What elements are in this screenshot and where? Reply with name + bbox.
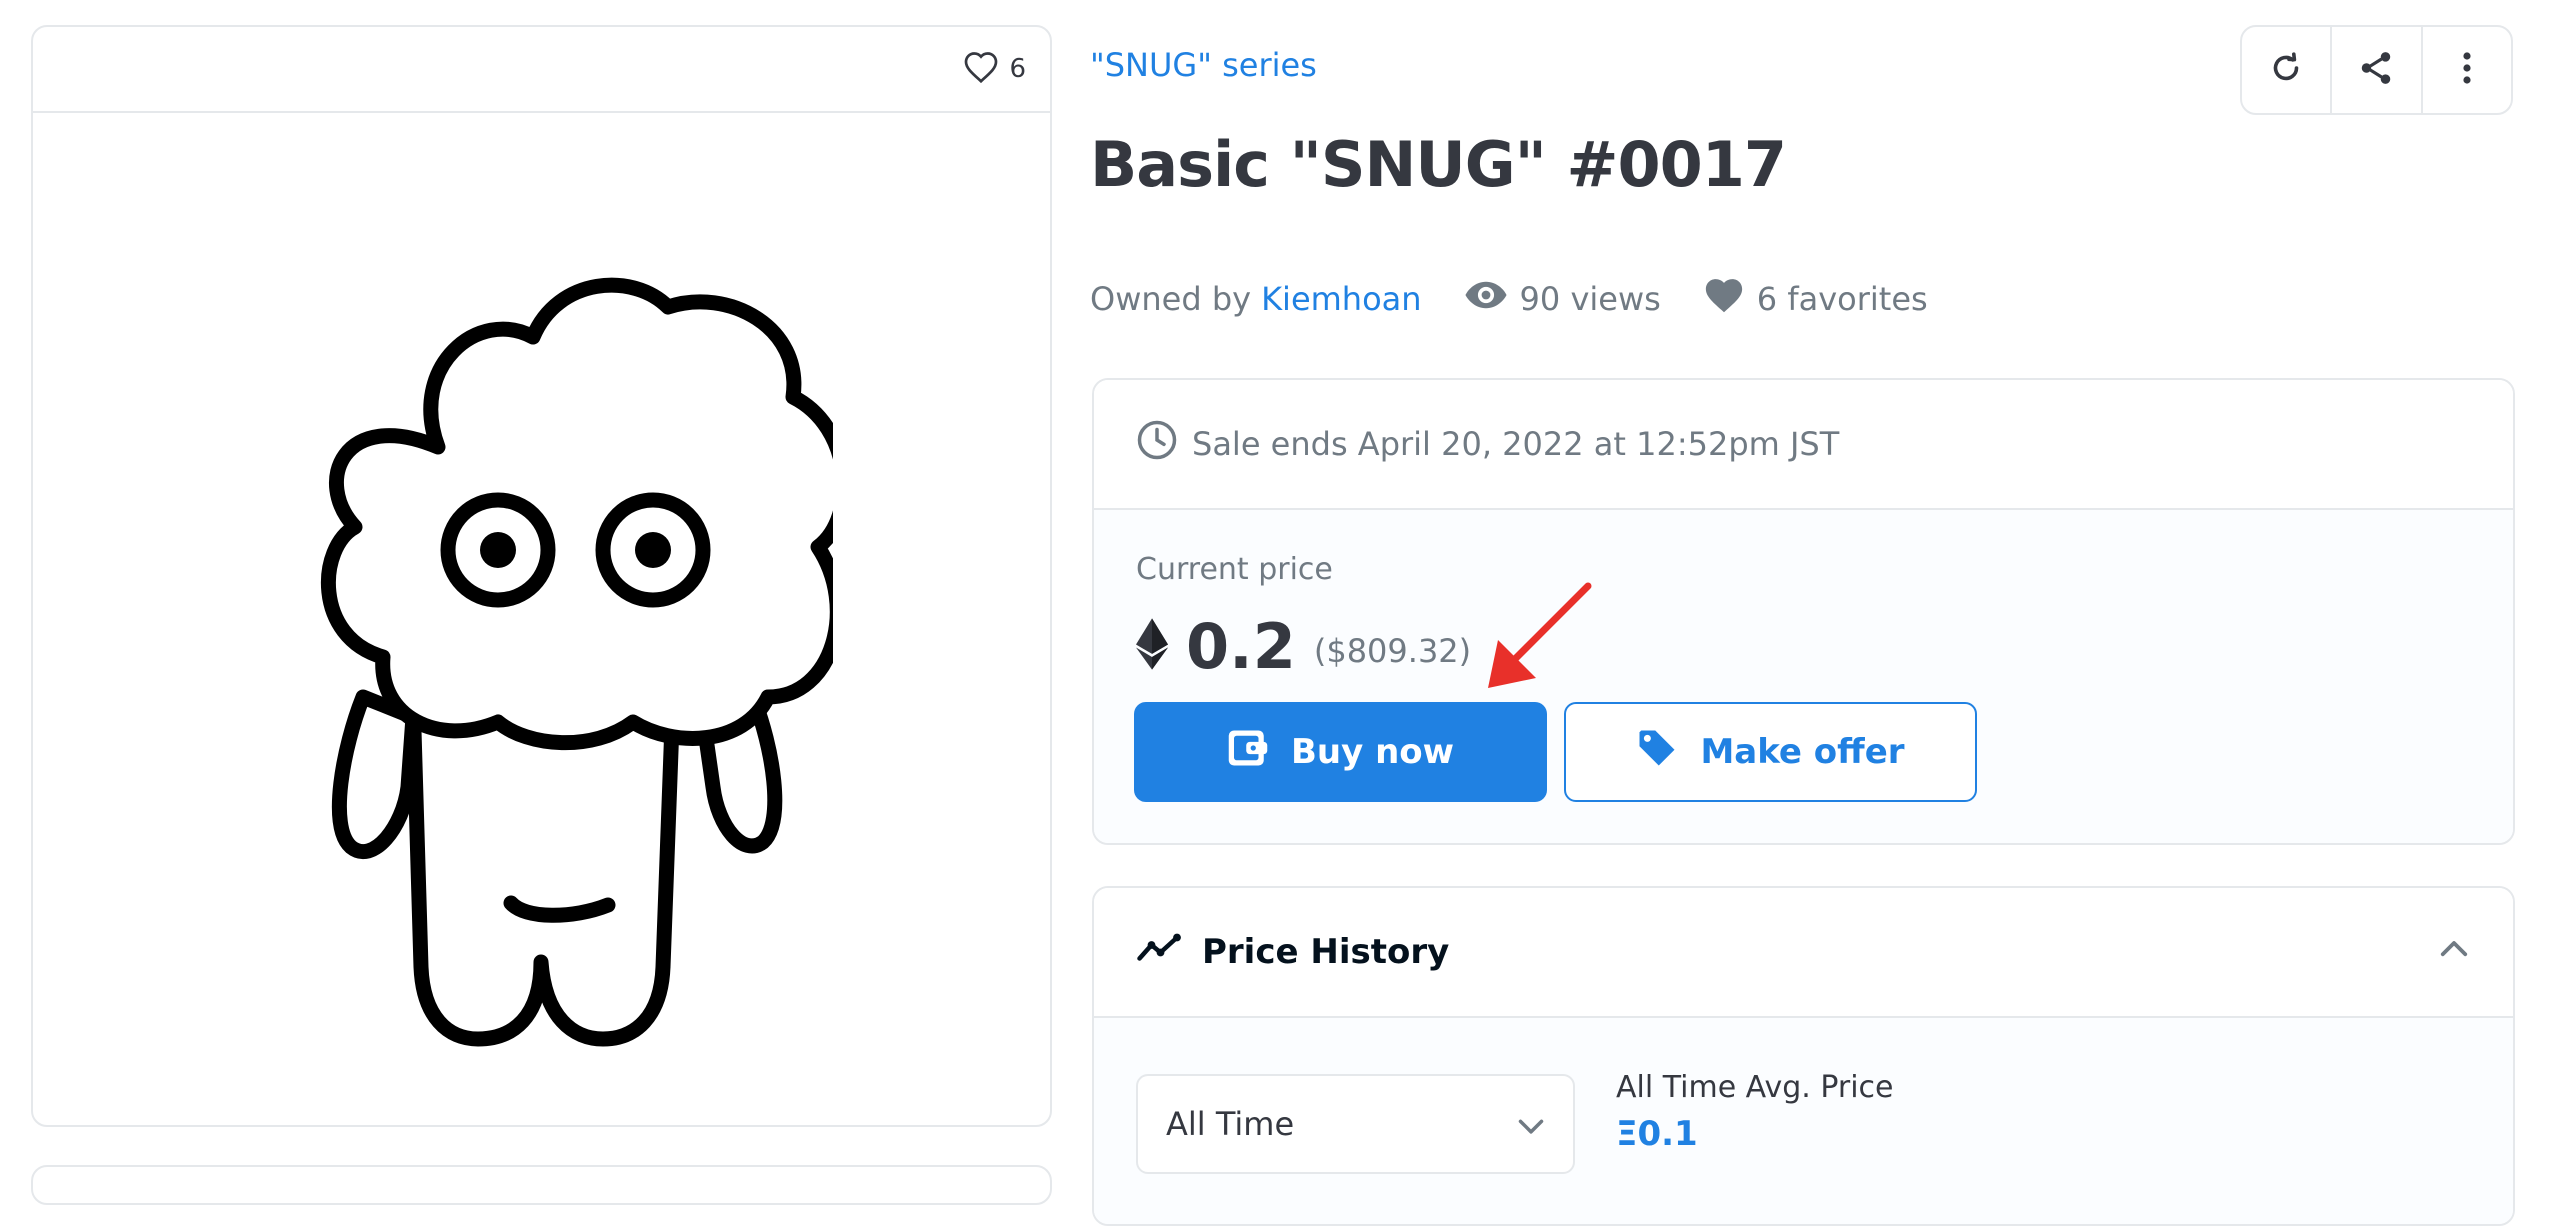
avg-price-value: Ξ0.1 bbox=[1616, 1114, 1698, 1154]
ethereum-icon bbox=[1136, 618, 1168, 674]
tag-icon bbox=[1636, 727, 1678, 778]
favorite-button[interactable]: 6 bbox=[963, 49, 1026, 89]
details-card-edge bbox=[31, 1165, 1052, 1205]
chevron-up-icon[interactable] bbox=[2439, 938, 2469, 962]
item-meta: Owned by Kiemhoan 90 views 6 favorites bbox=[1090, 272, 1928, 326]
collection-link[interactable]: "SNUG" series bbox=[1090, 46, 1317, 84]
chevron-down-icon bbox=[1517, 1105, 1545, 1143]
owner-prefix: Owned by bbox=[1090, 280, 1252, 318]
buy-now-button[interactable]: Buy now bbox=[1134, 702, 1547, 802]
price-history-title: Price History bbox=[1202, 932, 1450, 972]
trending-icon bbox=[1136, 932, 1182, 972]
share-button[interactable] bbox=[2332, 27, 2423, 113]
eye-icon bbox=[1464, 280, 1508, 318]
sale-end-text: Sale ends April 20, 2022 at 12:52pm JST bbox=[1192, 425, 1840, 463]
favorites-stat[interactable]: 6 favorites bbox=[1703, 276, 1928, 322]
make-offer-label: Make offer bbox=[1700, 732, 1905, 772]
item-title: Basic "SNUG" #0017 bbox=[1090, 128, 1787, 201]
nft-image-card: 6 bbox=[31, 25, 1052, 1127]
nft-artwork bbox=[320, 277, 833, 1047]
price-history-body: All Time All Time Avg. Price Ξ0.1 bbox=[1094, 1018, 2513, 1224]
favorite-count: 6 bbox=[1009, 54, 1026, 84]
image-card-header: 6 bbox=[33, 27, 1050, 113]
refresh-icon bbox=[2268, 50, 2304, 90]
time-range-value: All Time bbox=[1166, 1105, 1295, 1143]
clock-icon bbox=[1136, 419, 1178, 469]
current-price-label: Current price bbox=[1136, 552, 1333, 587]
buy-now-label: Buy now bbox=[1290, 732, 1455, 772]
views-stat: 90 views bbox=[1464, 280, 1661, 318]
price-history-header[interactable]: Price History bbox=[1094, 888, 2513, 1018]
price-history-card: Price History All Time All Time Avg. Pri… bbox=[1092, 886, 2515, 1226]
make-offer-button[interactable]: Make offer bbox=[1564, 702, 1977, 802]
annotation-arrow bbox=[1488, 582, 1592, 688]
heart-outline-icon bbox=[963, 50, 999, 88]
wallet-icon bbox=[1227, 728, 1269, 777]
more-button[interactable] bbox=[2423, 27, 2511, 113]
share-icon bbox=[2357, 49, 2395, 91]
views-count: 90 views bbox=[1519, 280, 1661, 318]
price-usd: ($809.32) bbox=[1313, 632, 1472, 670]
owner-link[interactable]: Kiemhoan bbox=[1261, 280, 1421, 318]
time-range-select[interactable]: All Time bbox=[1136, 1074, 1575, 1174]
price-row: 0.2 ($809.32) bbox=[1136, 606, 1471, 686]
refresh-button[interactable] bbox=[2242, 27, 2333, 113]
avg-price-label: All Time Avg. Price bbox=[1616, 1070, 1894, 1105]
favorites-count: 6 favorites bbox=[1756, 280, 1928, 318]
heart-filled-icon bbox=[1703, 276, 1745, 322]
sale-header: Sale ends April 20, 2022 at 12:52pm JST bbox=[1094, 380, 2513, 510]
more-vertical-icon bbox=[2461, 50, 2473, 90]
item-actions bbox=[2240, 25, 2513, 115]
price-eth: 0.2 bbox=[1186, 609, 1296, 683]
